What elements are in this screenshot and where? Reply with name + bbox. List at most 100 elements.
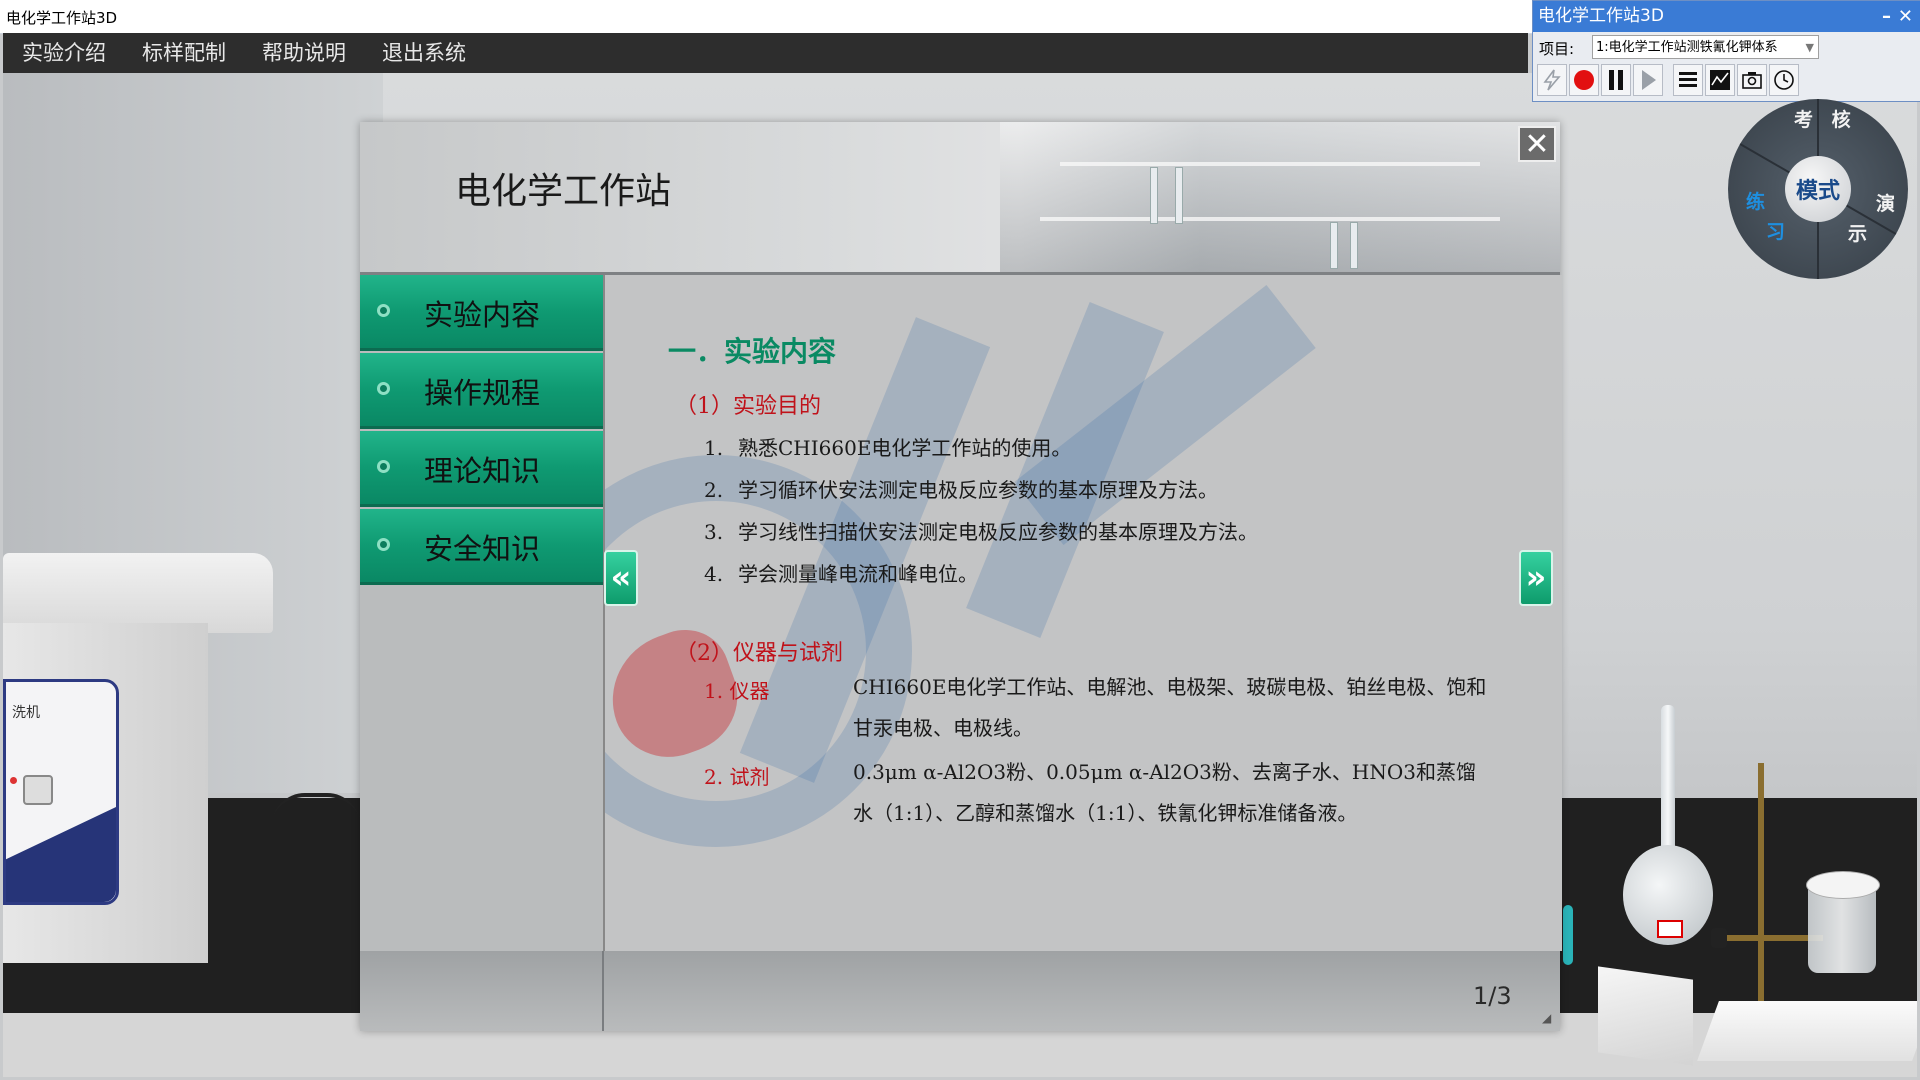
close-button[interactable]: ✕ bbox=[1898, 1, 1913, 32]
dialog-close-button[interactable]: ✕ bbox=[1518, 126, 1556, 162]
mode-demo-1[interactable]: 演 bbox=[1876, 189, 1895, 216]
reagents-label: 2. 试剂 bbox=[704, 765, 770, 789]
tab-theory[interactable]: 理论知识 bbox=[360, 431, 603, 507]
objective-text: 学习线性扫描伏安法测定电极反应参数的基本原理及方法。 bbox=[738, 520, 1258, 544]
menu-standard-prep[interactable]: 标样配制 bbox=[123, 33, 243, 73]
stand-rod bbox=[1758, 763, 1764, 1028]
tab-bullet-icon bbox=[377, 382, 390, 395]
objective-number: 2. bbox=[704, 478, 724, 502]
panel-decoration bbox=[6, 807, 116, 902]
lab-tube bbox=[1175, 167, 1183, 224]
tab-bullet-icon bbox=[377, 460, 390, 473]
clock-button[interactable] bbox=[1769, 64, 1799, 96]
list-icon bbox=[1679, 72, 1697, 87]
objective-item: 2. 学习循环伏安法测定电极反应参数的基本原理及方法。 bbox=[704, 474, 1218, 503]
chart-icon bbox=[1710, 70, 1730, 90]
cleaner-knob[interactable] bbox=[23, 775, 53, 805]
tab-label: 操作规程 bbox=[424, 376, 541, 410]
camera-icon bbox=[1742, 72, 1762, 89]
mode-wheel: 考 核 练 习 演 示 模式 bbox=[1728, 99, 1908, 279]
objective-item: 3. 学习线性扫描伏安法测定电极反应参数的基本原理及方法。 bbox=[704, 516, 1258, 545]
clamp-knob bbox=[1711, 928, 1727, 948]
intro-dialog: 电化学工作站 ✕ 实验内容 操作规程 理论知识 安全知识 一．实验内容 （1）实… bbox=[360, 122, 1562, 1031]
mode-practice-2[interactable]: 习 bbox=[1766, 217, 1785, 244]
dialog-header: 电化学工作站 ✕ bbox=[360, 122, 1560, 275]
power-button[interactable] bbox=[1537, 64, 1567, 96]
window-title: 电化学工作站3D bbox=[6, 9, 118, 27]
mode-demo-2[interactable]: 示 bbox=[1848, 219, 1867, 246]
dialog-content: 一．实验内容 （1）实验目的 1. 熟悉CHI660E电化学工作站的使用。 2. 学… bbox=[603, 275, 1562, 951]
record-button[interactable] bbox=[1569, 64, 1599, 96]
menu-exit[interactable]: 退出系统 bbox=[363, 33, 483, 73]
play-icon bbox=[1642, 70, 1656, 90]
tab-operating-procedure[interactable]: 操作规程 bbox=[360, 353, 603, 429]
content-body: 一．实验内容 （1）实验目的 1. 熟悉CHI660E电化学工作站的使用。 2. 学… bbox=[605, 275, 1562, 951]
cleaner-lid bbox=[3, 553, 273, 633]
next-page-button[interactable]: » bbox=[1519, 550, 1553, 606]
lightning-icon bbox=[1543, 69, 1561, 91]
dialog-title: 电化学工作站 bbox=[455, 171, 672, 212]
prev-page-button[interactable]: « bbox=[604, 550, 638, 606]
objective-number: 1. bbox=[704, 436, 724, 460]
tool-window: 电化学工作站3D – ✕ 项目: 1:电化学工作站测铁氰化钾体系 ▼ bbox=[1532, 0, 1920, 102]
tab-experiment-content[interactable]: 实验内容 bbox=[360, 275, 603, 351]
objective-item: 1. 熟悉CHI660E电化学工作站的使用。 bbox=[704, 432, 1071, 461]
objective-text: 熟悉CHI660E电化学工作站的使用。 bbox=[738, 436, 1072, 460]
flask-label bbox=[1657, 920, 1683, 938]
indicator-light bbox=[10, 777, 17, 784]
lab-tube bbox=[1330, 222, 1338, 269]
cleaner-label: 洗机 bbox=[12, 705, 40, 721]
section-instruments-title: （2）仪器与试剂 bbox=[675, 641, 843, 666]
list-button[interactable] bbox=[1673, 64, 1703, 96]
project-select-value: 1:电化学工作站测铁氰化钾体系 bbox=[1596, 40, 1778, 55]
polishing-block[interactable] bbox=[1598, 966, 1693, 1066]
reagents-text: 0.3μm α-Al2O3粉、0.05μm α-Al2O3粉、去离子水、HNO3… bbox=[853, 760, 1476, 825]
dialog-sidebar: 实验内容 操作规程 理论知识 安全知识 bbox=[360, 275, 603, 951]
page-indicator: 1/3 bbox=[1473, 982, 1512, 1010]
mode-practice-1[interactable]: 练 bbox=[1746, 187, 1765, 214]
objective-text: 学习循环伏安法测定电极反应参数的基本原理及方法。 bbox=[738, 478, 1218, 502]
objective-item: 4. 学会测量峰电流和峰电位。 bbox=[704, 558, 978, 587]
tab-bullet-icon bbox=[377, 538, 390, 551]
instruments-text: CHI660E电化学工作站、电解池、电极架、玻碳电极、铂丝电极、饱和甘汞电极、电… bbox=[853, 675, 1487, 740]
dialog-footer: 1/3 ◢ bbox=[360, 951, 1560, 1031]
stand-base-plate bbox=[1697, 1001, 1917, 1061]
project-label: 项目: bbox=[1539, 40, 1575, 58]
pause-icon bbox=[1609, 70, 1623, 90]
record-icon bbox=[1574, 70, 1594, 90]
header-lab-image bbox=[1000, 122, 1560, 272]
lab-shelf bbox=[1060, 162, 1480, 166]
footer-divider bbox=[602, 951, 604, 1031]
lab-shelf bbox=[1040, 217, 1500, 221]
play-button[interactable] bbox=[1633, 64, 1663, 96]
objective-number: 4. bbox=[704, 562, 724, 586]
resize-grip-icon[interactable]: ◢ bbox=[1542, 1011, 1551, 1025]
objective-text: 学会测量峰电流和峰电位。 bbox=[738, 562, 978, 586]
clock-icon bbox=[1774, 70, 1794, 90]
ultrasonic-cleaner[interactable]: 洗机 bbox=[3, 553, 273, 963]
tab-safety[interactable]: 安全知识 bbox=[360, 509, 603, 585]
tool-window-title: 电化学工作站3D bbox=[1538, 6, 1664, 26]
menu-help[interactable]: 帮助说明 bbox=[243, 33, 363, 73]
menu-experiment-intro[interactable]: 实验介绍 bbox=[3, 33, 123, 73]
cleaner-panel: 洗机 bbox=[3, 679, 119, 905]
mode-exam[interactable]: 考 核 bbox=[1794, 105, 1857, 132]
lab-tube bbox=[1150, 167, 1158, 224]
menu-bar: 实验介绍 标样配制 帮助说明 退出系统 bbox=[3, 33, 1528, 73]
tab-label: 安全知识 bbox=[424, 532, 541, 566]
pause-button[interactable] bbox=[1601, 64, 1631, 96]
project-select[interactable]: 1:电化学工作站测铁氰化钾体系 ▼ bbox=[1592, 35, 1819, 59]
mode-center-button[interactable]: 模式 bbox=[1785, 156, 1851, 222]
lab-tube bbox=[1350, 222, 1358, 269]
beaker-lid bbox=[1806, 871, 1880, 899]
chart-button[interactable] bbox=[1705, 64, 1735, 96]
tab-label: 理论知识 bbox=[424, 454, 541, 488]
volumetric-flask[interactable] bbox=[1623, 705, 1713, 965]
content-heading: 一．实验内容 bbox=[668, 335, 837, 368]
minimize-button[interactable]: – bbox=[1882, 1, 1891, 32]
tab-bullet-icon bbox=[377, 304, 390, 317]
chevron-down-icon: ▼ bbox=[1805, 41, 1814, 54]
tab-label: 实验内容 bbox=[424, 298, 541, 332]
objective-number: 3. bbox=[704, 520, 724, 544]
camera-button[interactable] bbox=[1737, 64, 1767, 96]
